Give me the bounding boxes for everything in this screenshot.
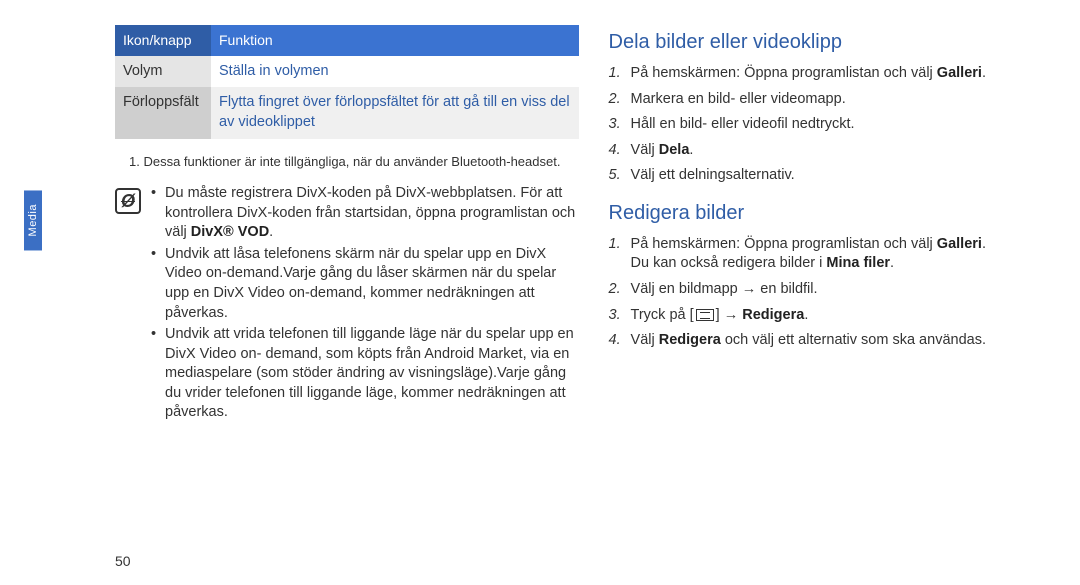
list-item: 2.Markera en bild- eller videomapp. (609, 90, 1050, 110)
table-row: Volym Ställa in volymen (115, 56, 579, 88)
share-steps: 1.På hemskärmen: Öppna programlistan och… (609, 64, 1050, 186)
section-title-edit: Redigera bilder (609, 200, 1050, 227)
note-icon: Ø (115, 188, 141, 214)
side-tab-media: Media (24, 190, 42, 250)
table-footnote: 1. Dessa funktioner är inte tillgängliga… (115, 149, 579, 181)
table-header-icon: Ikon/knapp (115, 25, 211, 56)
list-item: 3. Tryck på [] → Redigera. (609, 306, 1050, 326)
edit-steps: 1. På hemskärmen: Öppna programlistan oc… (609, 235, 1050, 351)
list-item: 1. På hemskärmen: Öppna programlistan oc… (609, 235, 1050, 274)
list-item: 5.Välj ett delningsalternativ. (609, 166, 1050, 186)
list-item: Undvik att vrida telefonen till liggande… (151, 325, 579, 423)
list-item: Du måste registrera DivX-koden på DivX-w… (151, 184, 579, 243)
note-box: Ø Du måste registrera DivX-koden på DivX… (115, 180, 579, 425)
note-bullets: Du måste registrera DivX-koden på DivX-w… (151, 184, 579, 425)
list-item: 2.Välj en bildmapp → en bildfil. (609, 280, 1050, 300)
list-item: 1.På hemskärmen: Öppna programlistan och… (609, 64, 1050, 84)
section-title-share: Dela bilder eller videoklipp (609, 29, 1050, 56)
list-item: 4.Välj Dela. (609, 141, 1050, 161)
list-item: Undvik att låsa telefonens skärm när du … (151, 245, 579, 323)
list-item: 4.Välj Redigera och välj ett alternativ … (609, 331, 1050, 351)
menu-icon (696, 309, 714, 321)
list-item: 3.Håll en bild- eller videofil nedtryckt… (609, 115, 1050, 135)
page-number: 50 (115, 553, 131, 569)
table-header-function: Funktion (211, 25, 579, 56)
table-row: Förloppsfält Flytta fingret över förlopp… (115, 87, 579, 138)
function-table: Ikon/knapp Funktion Volym Ställa in voly… (115, 25, 579, 139)
